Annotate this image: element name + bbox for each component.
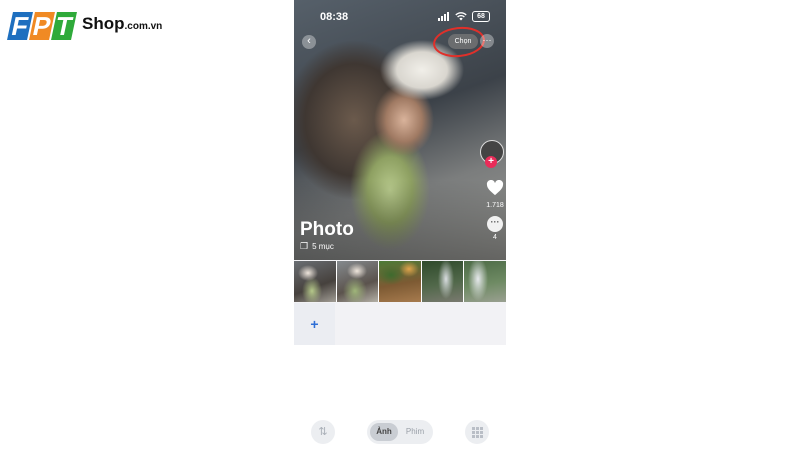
logo-domain: .com.vn	[124, 21, 163, 32]
logo-brand: Shop	[82, 14, 125, 33]
photo-stack-icon: ❐	[300, 241, 309, 251]
status-time: 08:38	[320, 11, 349, 23]
comment-count: 4	[493, 234, 497, 241]
grid-icon	[471, 426, 483, 438]
comment-button[interactable]: ··· 4	[484, 216, 506, 241]
segment-videos[interactable]: Phim	[400, 423, 430, 441]
chevron-left-icon: ‹	[307, 35, 311, 47]
thumbnail-photo-4[interactable]	[421, 261, 464, 302]
status-icons: 68	[438, 11, 490, 22]
cellular-signal-icon	[438, 12, 450, 21]
battery-icon: 68	[472, 11, 490, 22]
follow-plus-icon[interactable]: +	[485, 156, 497, 168]
album-item-count: ❐ 5 mục	[300, 241, 334, 252]
sort-arrows-icon: ⇅	[318, 426, 328, 438]
fpt-logo-tiles: F P T	[7, 10, 77, 44]
highlight-circle-annotation	[431, 24, 487, 60]
heart-icon	[486, 179, 504, 196]
add-photo-button[interactable]: +	[294, 303, 335, 345]
phone-screen: 08:38 68 ‹ Chọn ··· + 1.718 ··· 4 Photo …	[294, 0, 506, 345]
wifi-icon	[455, 12, 467, 21]
logo-letter-t: T	[51, 11, 77, 41]
like-button[interactable]: 1.718	[484, 179, 506, 209]
thumbnail-photo-2[interactable]	[336, 261, 379, 302]
album-title: Photo	[300, 219, 354, 240]
album-cover-photo[interactable]: 08:38 68 ‹ Chọn ··· + 1.718 ··· 4 Photo …	[294, 0, 506, 260]
album-item-count-label: 5 mục	[312, 242, 334, 251]
segment-photos[interactable]: Ảnh	[370, 423, 398, 441]
back-button[interactable]: ‹	[302, 35, 316, 49]
media-type-segmented-control: Ảnh Phim	[367, 420, 433, 444]
thumbnail-photo-3[interactable]	[379, 261, 421, 302]
like-count: 1.718	[486, 202, 504, 209]
grid-view-button[interactable]	[465, 420, 489, 444]
fpt-shop-logo: F P T Shop.com.vn	[7, 10, 168, 44]
thumbnail-photo-1[interactable]	[294, 261, 336, 302]
more-options-button[interactable]: ···	[480, 34, 494, 48]
logo-text: Shop.com.vn	[82, 14, 162, 34]
comment-bubble-icon: ···	[487, 216, 503, 232]
thumbnail-strip	[294, 261, 506, 302]
thumbnail-photo-5[interactable]	[464, 261, 506, 302]
ellipsis-icon: ···	[482, 35, 492, 45]
sort-button[interactable]: ⇅	[311, 420, 335, 444]
profile-avatar[interactable]: +	[480, 140, 506, 168]
